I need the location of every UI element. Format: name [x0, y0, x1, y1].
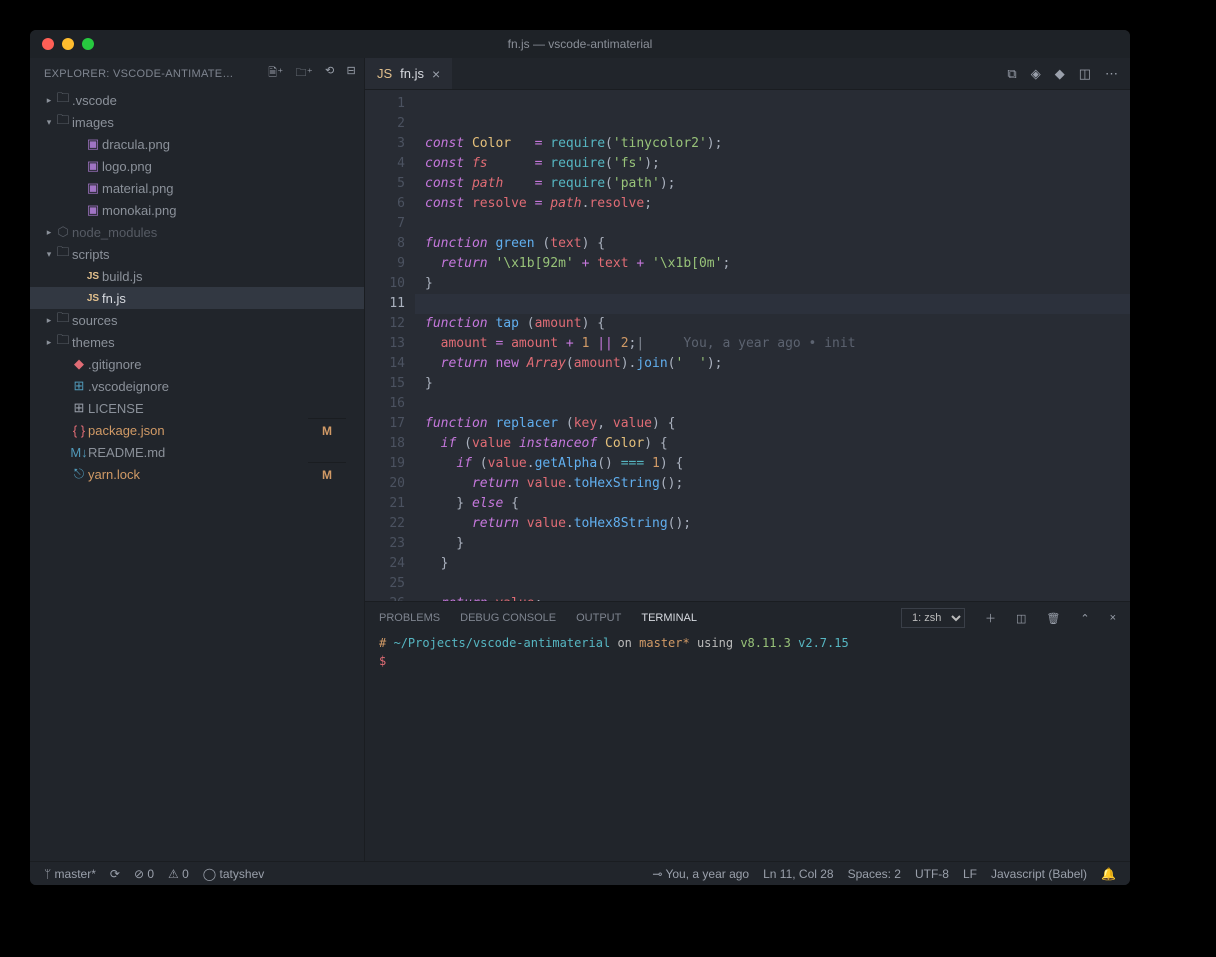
- editor-area[interactable]: 1234567891011121314151617181920212223242…: [365, 90, 1130, 601]
- language-mode[interactable]: Javascript (Babel): [991, 867, 1087, 881]
- status-bar: ᛘ master* ⟳ ⊘ 0 ⚠ 0 ◯ tatyshev ⊸ You, a …: [30, 861, 1130, 885]
- diff-icon[interactable]: ◆: [1055, 66, 1065, 82]
- blame-status[interactable]: ⊸ You, a year ago: [652, 867, 749, 881]
- file-build.js[interactable]: JSbuild.js: [30, 265, 364, 287]
- file-material.png[interactable]: ▣material.png: [30, 177, 364, 199]
- file-tree[interactable]: ▸🗀.vscode▾🗀images▣dracula.png▣logo.png▣m…: [30, 89, 364, 861]
- vscode-window: fn.js — vscode-antimaterial EXPLORER: VS…: [30, 30, 1130, 885]
- editor-tabbar: JS fn.js × ⧉ ◈ ◆ ◫ ⋯: [365, 58, 1130, 90]
- window-minimize-icon[interactable]: [62, 38, 74, 50]
- close-panel-icon[interactable]: ×: [1110, 612, 1116, 624]
- close-tab-icon[interactable]: ×: [432, 66, 440, 82]
- kill-terminal-icon[interactable]: 🗑: [1046, 612, 1060, 625]
- folder-themes[interactable]: ▸🗀themes: [30, 331, 364, 353]
- file-logo.png[interactable]: ▣logo.png: [30, 155, 364, 177]
- warnings-count[interactable]: ⚠ 0: [168, 867, 189, 881]
- explorer-sidebar: EXPLORER: VSCODE-ANTIMATE… 🗎⁺ 🗀⁺ ⟲ ⊟ ▸🗀.…: [30, 58, 365, 861]
- window-close-icon[interactable]: [42, 38, 54, 50]
- explorer-title: EXPLORER: VSCODE-ANTIMATE…: [44, 68, 234, 80]
- folder-scripts[interactable]: ▾🗀scripts: [30, 243, 364, 265]
- new-file-icon[interactable]: 🗎⁺: [268, 64, 283, 83]
- split-icon[interactable]: ◫: [1079, 66, 1091, 82]
- terminal[interactable]: # ~/Projects/vscode-antimaterial on mast…: [365, 634, 1130, 861]
- sync-icon[interactable]: ⟳: [110, 867, 120, 881]
- panel-tab-problems[interactable]: PROBLEMS: [379, 612, 440, 624]
- js-icon: JS: [377, 66, 392, 81]
- new-terminal-icon[interactable]: ＋: [985, 610, 996, 626]
- folder-.vscode[interactable]: ▸🗀.vscode: [30, 89, 364, 111]
- file-README.md[interactable]: M↓README.md: [30, 441, 364, 463]
- folder-sources[interactable]: ▸🗀sources: [30, 309, 364, 331]
- tab-fnjs[interactable]: JS fn.js ×: [365, 58, 452, 89]
- cursor-position[interactable]: Ln 11, Col 28: [763, 867, 834, 881]
- file-.vscodeignore[interactable]: ⊞.vscodeignore: [30, 375, 364, 397]
- file-yarn.lock[interactable]: ⎋yarn.lockM: [30, 463, 364, 485]
- terminal-selector[interactable]: 1: zsh: [901, 608, 965, 628]
- line-gutter: 1234567891011121314151617181920212223242…: [365, 90, 415, 601]
- compare-icon[interactable]: ⧉: [1007, 66, 1016, 82]
- collapse-icon[interactable]: ⊟: [346, 64, 356, 83]
- split-terminal-icon[interactable]: ◫: [1016, 612, 1026, 625]
- indent-setting[interactable]: Spaces: 2: [848, 867, 901, 881]
- folder-node_modules[interactable]: ▸⬡node_modules: [30, 221, 364, 243]
- panel-tab-terminal[interactable]: TERMINAL: [641, 612, 697, 624]
- bell-icon[interactable]: 🔔: [1101, 867, 1116, 881]
- code-content[interactable]: const Color = require('tinycolor2'); con…: [415, 90, 1130, 601]
- panel-tab-debug[interactable]: DEBUG CONSOLE: [460, 612, 556, 624]
- github-user[interactable]: ◯ tatyshev: [203, 867, 264, 881]
- branch-indicator[interactable]: ᛘ master*: [44, 867, 96, 881]
- file-fn.js[interactable]: JSfn.js: [30, 287, 364, 309]
- refresh-icon[interactable]: ⟲: [325, 64, 335, 83]
- encoding[interactable]: UTF-8: [915, 867, 949, 881]
- bottom-panel: PROBLEMS DEBUG CONSOLE OUTPUT TERMINAL 1…: [365, 601, 1130, 861]
- file-package.json[interactable]: { }package.jsonM: [30, 419, 364, 441]
- file-.gitignore[interactable]: ◆.gitignore: [30, 353, 364, 375]
- panel-tab-output[interactable]: OUTPUT: [576, 612, 621, 624]
- file-LICENSE[interactable]: ⊞LICENSE: [30, 397, 364, 419]
- new-folder-icon[interactable]: 🗀⁺: [296, 64, 313, 83]
- window-maximize-icon[interactable]: [82, 38, 94, 50]
- tab-label: fn.js: [400, 66, 424, 81]
- git-icon[interactable]: ◈: [1031, 66, 1041, 82]
- eol[interactable]: LF: [963, 867, 977, 881]
- window-title: fn.js — vscode-antimaterial: [30, 37, 1130, 51]
- titlebar: fn.js — vscode-antimaterial: [30, 30, 1130, 58]
- file-monokai.png[interactable]: ▣monokai.png: [30, 199, 364, 221]
- file-dracula.png[interactable]: ▣dracula.png: [30, 133, 364, 155]
- errors-count[interactable]: ⊘ 0: [134, 867, 154, 881]
- folder-images[interactable]: ▾🗀images: [30, 111, 364, 133]
- maximize-panel-icon[interactable]: ⌃: [1080, 612, 1089, 625]
- more-icon[interactable]: ⋯: [1105, 66, 1118, 82]
- editor-group: JS fn.js × ⧉ ◈ ◆ ◫ ⋯ 1234567891011121314…: [365, 58, 1130, 861]
